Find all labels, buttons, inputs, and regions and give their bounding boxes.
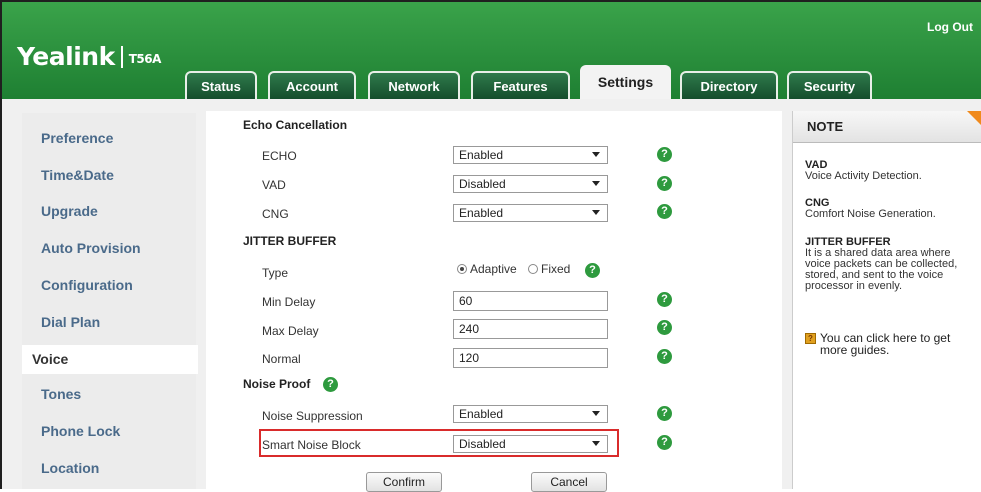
help-icon[interactable]: ? [657, 349, 672, 364]
help-icon[interactable]: ? [657, 435, 672, 450]
help-icon[interactable]: ? [657, 176, 672, 191]
note-panel: NOTE VAD Voice Activity Detection. CNG C… [792, 111, 981, 489]
note-title: NOTE [793, 111, 981, 143]
sidebar: Preference Time&Date Upgrade Auto Provis… [22, 113, 198, 489]
section-echo-cancellation: Echo Cancellation [243, 118, 348, 132]
cng-value: Enabled [459, 206, 504, 220]
tab-settings[interactable]: Settings [580, 65, 671, 101]
section-jitter-buffer: JITTER BUFFER [243, 234, 337, 248]
echo-value: Enabled [459, 148, 504, 162]
note-vad-desc: Voice Activity Detection. [805, 170, 922, 182]
sidebar-item-voice[interactable]: Voice [22, 345, 198, 374]
tab-status[interactable]: Status [185, 71, 257, 101]
help-icon[interactable]: ? [657, 147, 672, 162]
tab-security[interactable]: Security [787, 71, 872, 101]
sidebar-item-time-date[interactable]: Time&Date [41, 167, 114, 183]
echo-label: ECHO [262, 149, 297, 163]
tab-account[interactable]: Account [268, 71, 356, 101]
radio-adaptive[interactable] [457, 264, 467, 274]
section-noise-proof: Noise Proof [243, 377, 311, 391]
tab-directory[interactable]: Directory [680, 71, 778, 101]
help-icon[interactable]: ? [585, 263, 600, 278]
tab-network[interactable]: Network [368, 71, 460, 101]
chevron-down-icon [592, 210, 600, 215]
brand-logo: Yealink T56A [17, 42, 161, 71]
vad-select[interactable]: Disabled [453, 175, 608, 193]
help-icon[interactable]: ? [323, 377, 338, 392]
cng-label: CNG [262, 207, 289, 221]
confirm-button[interactable]: Confirm [366, 472, 442, 492]
corner-flag-icon [967, 111, 981, 125]
echo-select[interactable]: Enabled [453, 146, 608, 164]
chevron-down-icon [592, 411, 600, 416]
noise-suppression-select[interactable]: Enabled [453, 405, 608, 423]
noise-suppression-label: Noise Suppression [262, 409, 363, 423]
min-delay-input[interactable]: 60 [453, 291, 608, 311]
sidebar-item-location[interactable]: Location [41, 460, 99, 476]
max-delay-input[interactable]: 240 [453, 319, 608, 339]
logout-link[interactable]: Log Out [927, 20, 973, 34]
normal-label: Normal [262, 352, 301, 366]
fixed-label: Fixed [541, 262, 571, 276]
brand-separator [120, 46, 123, 68]
help-icon[interactable]: ? [657, 320, 672, 335]
vad-value: Disabled [459, 177, 506, 191]
sidebar-item-configuration[interactable]: Configuration [41, 277, 133, 293]
sidebar-item-dial-plan[interactable]: Dial Plan [41, 314, 100, 330]
tab-features[interactable]: Features [471, 71, 570, 101]
sidebar-item-upgrade[interactable]: Upgrade [41, 203, 98, 219]
cng-select[interactable]: Enabled [453, 204, 608, 222]
guide-link[interactable]: You can click here to get more guides. [820, 332, 978, 356]
noise-suppression-value: Enabled [459, 407, 504, 421]
help-icon[interactable]: ? [657, 406, 672, 421]
cancel-button[interactable]: Cancel [531, 472, 607, 492]
header-bar: Yealink T56A Log Out Status Account Netwo… [2, 2, 981, 101]
chevron-down-icon [592, 181, 600, 186]
radio-fixed[interactable] [528, 264, 538, 274]
adaptive-label: Adaptive [470, 262, 517, 276]
sidebar-item-phone-lock[interactable]: Phone Lock [41, 423, 120, 439]
sidebar-item-preference[interactable]: Preference [41, 130, 113, 146]
min-delay-label: Min Delay [262, 295, 316, 309]
sidebar-item-auto-provision[interactable]: Auto Provision [41, 240, 141, 256]
sidebar-item-tones[interactable]: Tones [41, 386, 81, 402]
note-jitter-desc: It is a shared data area where voice pac… [805, 247, 958, 292]
highlight-box [259, 429, 619, 457]
max-delay-label: Max Delay [262, 324, 319, 338]
model-name: T56A [128, 52, 162, 66]
help-icon[interactable]: ? [657, 204, 672, 219]
brand-name: Yealink [17, 42, 115, 71]
note-cng-desc: Comfort Noise Generation. [805, 208, 936, 220]
normal-input[interactable]: 120 [453, 348, 608, 368]
type-label: Type [262, 266, 289, 280]
help-icon[interactable]: ? [657, 292, 672, 307]
vad-label: VAD [262, 178, 286, 192]
chevron-down-icon [592, 152, 600, 157]
guide-book-icon: ? [805, 333, 816, 344]
